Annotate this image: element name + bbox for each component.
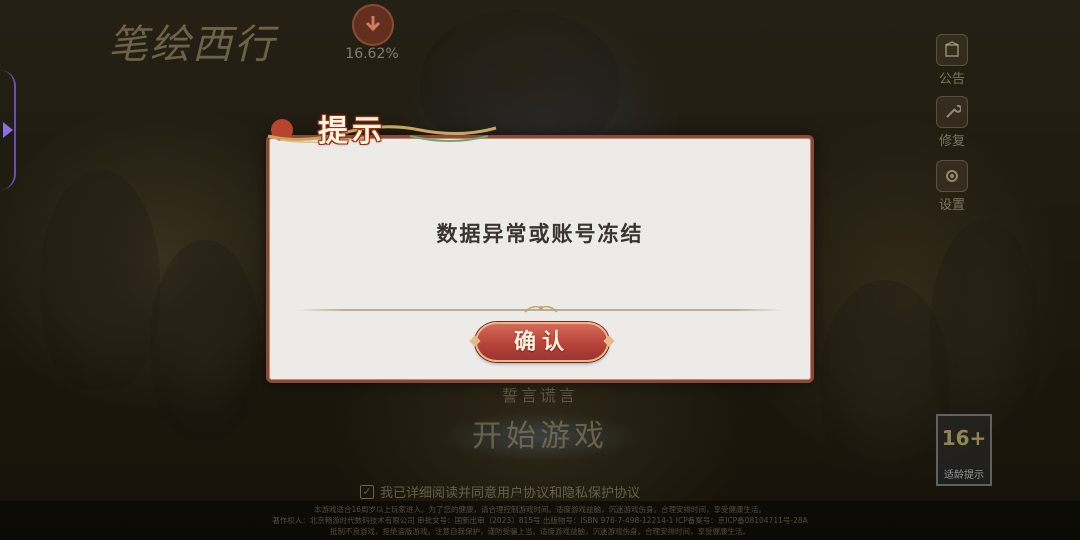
notice-button[interactable]: 公告 <box>932 34 972 87</box>
notice-label: 公告 <box>938 72 965 87</box>
side-drawer-tab[interactable] <box>0 70 16 190</box>
repair-icon <box>936 96 968 128</box>
gear-icon <box>936 160 968 192</box>
age-rating: 16+ <box>941 426 987 450</box>
dialog-title-banner: 提示 <box>260 106 500 150</box>
repair-button[interactable]: 修复 <box>932 96 972 149</box>
repair-label: 修复 <box>938 134 965 149</box>
download-progress-text: 16.62% <box>345 46 399 62</box>
settings-label: 设置 <box>938 198 965 213</box>
age-rating-badge[interactable]: 16+ 适龄提示 <box>936 414 992 486</box>
chevron-right-icon <box>3 122 13 138</box>
download-icon <box>365 16 381 32</box>
agreement-checkbox[interactable]: ✓ <box>360 484 374 499</box>
legal-footer: 本游戏适合16周岁以上玩家进入。为了您的健康，请合理控制游戏时间。适度游戏益脑，… <box>0 501 1080 540</box>
settings-button[interactable]: 设置 <box>932 160 972 213</box>
server-name[interactable]: 誓言谎言 <box>460 382 620 406</box>
age-rating-label: 适龄提示 <box>938 468 990 484</box>
alert-dialog: 数据异常或账号冻结 确认 <box>266 135 814 383</box>
agreement-text: 我已详细阅读并同意用户协议和隐私保护协议 <box>380 486 641 501</box>
game-logo: 笔绘西行 <box>108 22 276 68</box>
divider-ornament-icon <box>524 305 558 313</box>
legal-line: 本游戏适合16周岁以上玩家进入。为了您的健康，请合理控制游戏时间。适度游戏益脑，… <box>313 505 767 514</box>
legal-line: 抵制不良游戏，拒绝盗版游戏。注意自我保护，谨防受骗上当。适度游戏益脑，沉迷游戏伤… <box>330 527 750 536</box>
agreement-row[interactable]: ✓ 我已详细阅读并同意用户协议和隐私保护协议 <box>360 482 720 501</box>
start-game-button[interactable]: 开始游戏 <box>440 412 640 462</box>
dialog-title: 提示 <box>318 114 386 149</box>
notice-icon <box>936 34 968 66</box>
legal-line: 著作权人：北京畅游时代数码技术有限公司 审批文号：国新出审〔2023〕815号 … <box>272 516 808 525</box>
confirm-button[interactable]: 确认 <box>475 322 609 362</box>
download-button[interactable] <box>352 4 394 46</box>
dialog-message: 数据异常或账号冻结 <box>436 221 644 246</box>
